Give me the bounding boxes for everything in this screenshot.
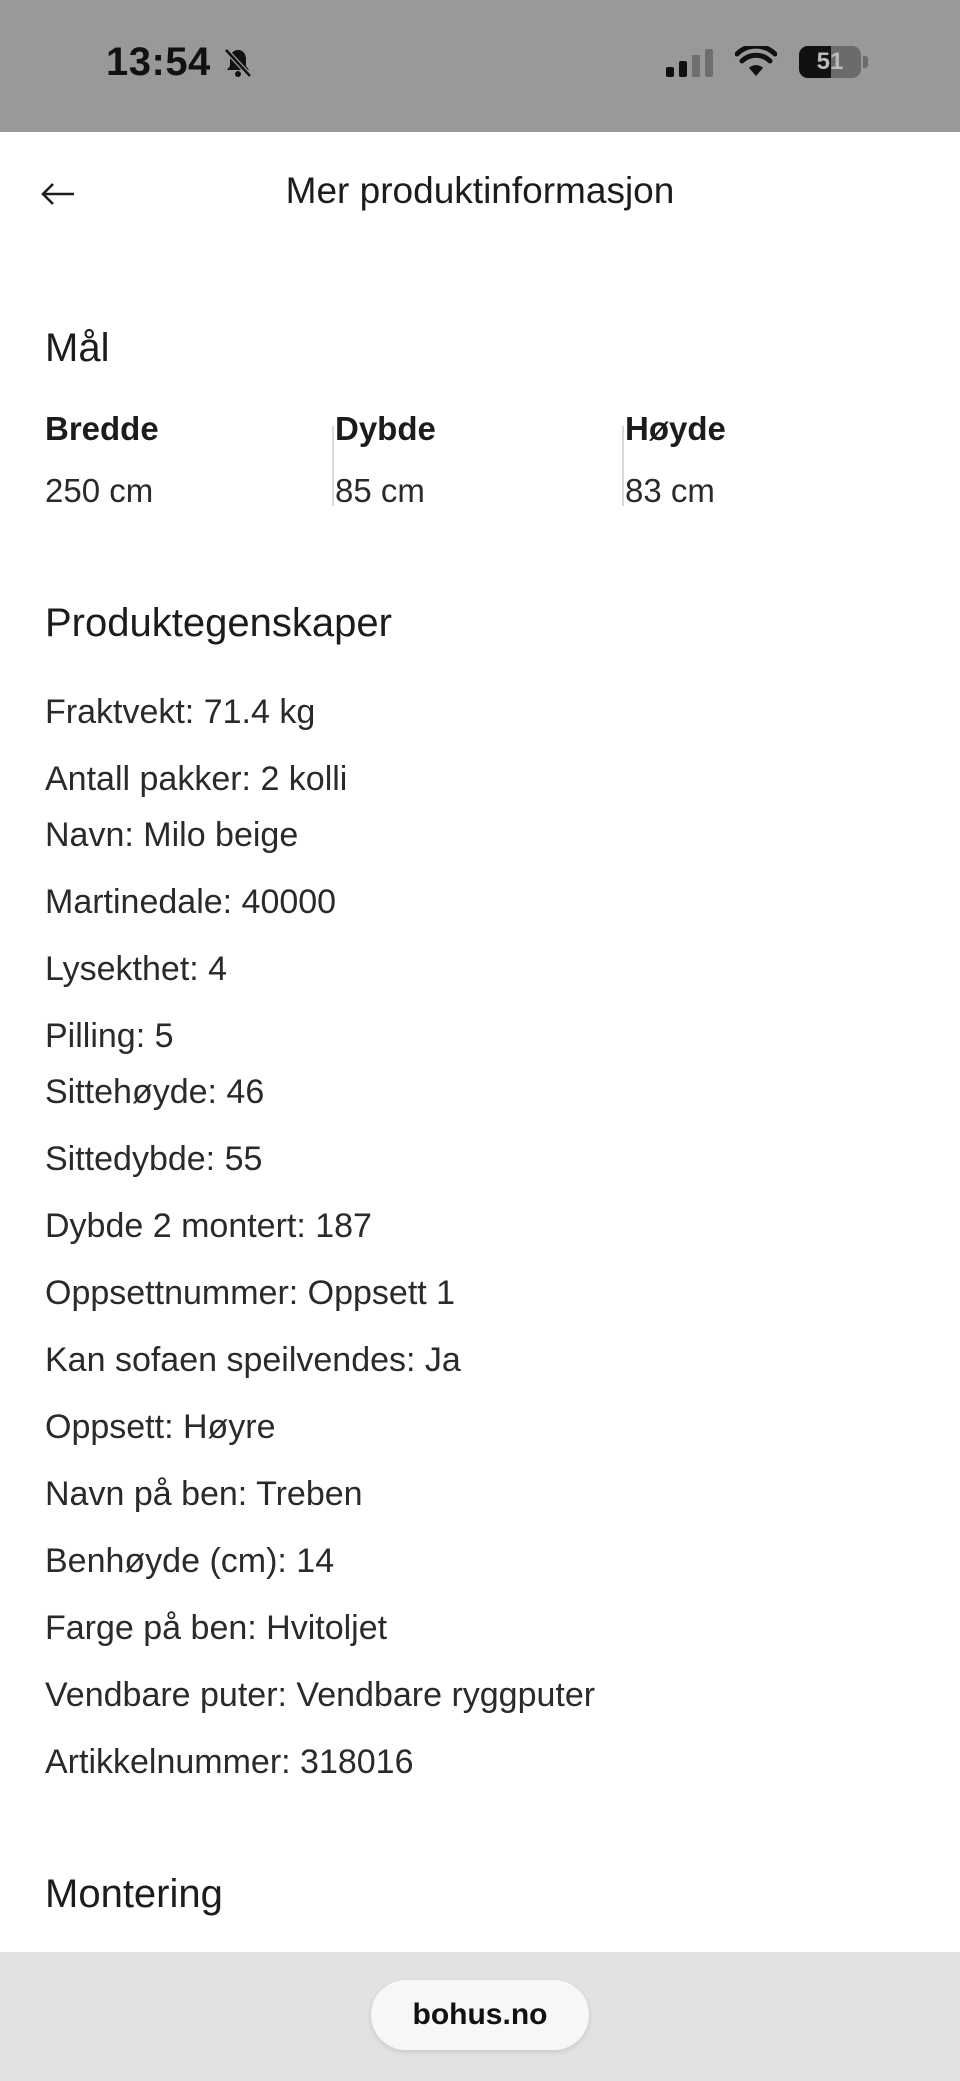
property-item: Martinedale: 40000 [45,883,337,921]
cellular-signal-icon [666,47,713,77]
property-item: Oppsettnummer: Oppsett 1 [45,1274,456,1312]
assembly-title[interactable]: Montering [45,1872,223,1917]
divider [332,426,334,506]
dimensions-title: Mål [45,326,110,370]
dimension-value: 85 cm [335,472,425,509]
dimensions-row: Bredde 250 cm Dybde 85 cm Høyde 83 cm [45,410,915,510]
status-bar: 13:54 51 [0,0,960,132]
dimension-label: Bredde [45,410,159,447]
property-item: Oppsett: Høyre [45,1408,276,1446]
browser-bottom-bar: bohus.no [0,1952,960,2081]
dimension-value: 83 cm [625,472,715,509]
dimension-value: 250 cm [45,472,154,509]
clock: 13:54 [106,40,211,84]
page-header: Mer produktinformasjon [0,132,960,256]
property-item: Kan sofaen speilvendes: Ja [45,1341,461,1379]
property-item: Vendbare puter: Vendbare ryggputer [45,1676,596,1714]
property-item: Benhøyde (cm): 14 [45,1542,335,1580]
battery-tip [863,56,868,68]
property-item: Sittedybde: 55 [45,1140,263,1178]
property-item: Pilling: 5 [45,1017,174,1055]
battery-icon: 51 [799,46,861,78]
property-item: Navn: Milo beige [45,816,299,854]
property-item: Navn på ben: Treben [45,1475,363,1513]
dimension-height: Høyde 83 cm [622,410,915,510]
dimension-label: Dybde [335,410,436,447]
property-item: Antall pakker: 2 kolli [45,760,348,798]
battery-level: 51 [816,48,844,75]
status-time: 13:54 [106,40,253,85]
status-icons: 51 [666,46,868,78]
property-item: Dybde 2 montert: 187 [45,1207,372,1245]
property-item: Artikkelnummer: 318016 [45,1743,414,1781]
page-title: Mer produktinformasjon [285,170,675,211]
divider [622,426,624,506]
properties-title: Produktegenskaper [45,601,392,645]
dimension-width: Bredde 250 cm [45,410,335,510]
wifi-icon [735,46,777,76]
dimension-depth: Dybde 85 cm [332,410,625,510]
property-item: Lysekthet: 4 [45,950,228,988]
dimension-label: Høyde [625,410,726,447]
property-item: Sittehøyde: 46 [45,1073,265,1111]
property-item: Farge på ben: Hvitoljet [45,1609,388,1647]
address-bar[interactable]: bohus.no [371,1980,589,2050]
property-item: Fraktvekt: 71.4 kg [45,693,316,731]
bell-slash-icon [223,47,252,78]
